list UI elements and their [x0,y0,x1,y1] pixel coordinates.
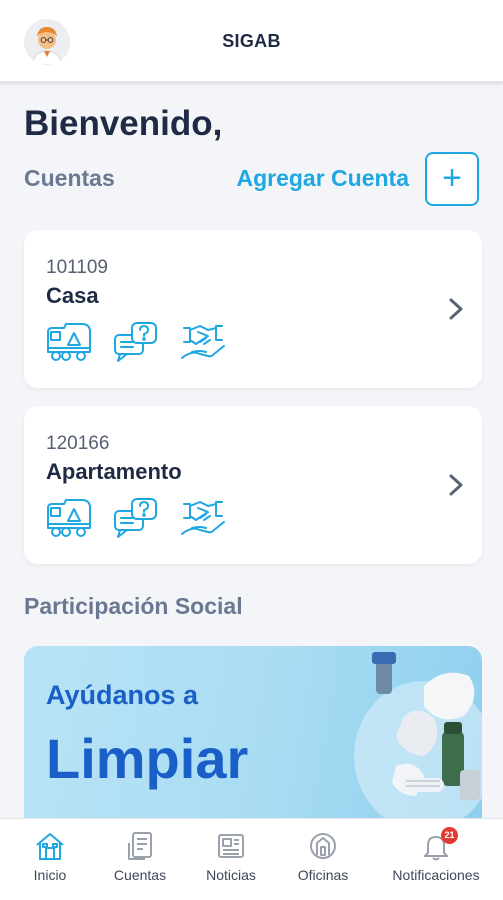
account-name: Apartamento [46,459,182,484]
handshake-icon[interactable] [178,496,228,540]
banner-line2: Limpiar [46,727,249,790]
tab-label: Notificaciones [392,867,480,883]
tab-cuentas[interactable]: Cuentas [90,819,190,900]
tab-notificaciones[interactable]: 21 Notificaciones [386,819,486,900]
handshake-icon[interactable] [178,320,228,364]
notification-badge: 21 [441,827,458,844]
app-title: SIGAB [222,31,281,51]
account-number: 120166 [46,433,110,454]
app-header: SIGAB [0,0,503,82]
account-card[interactable]: 120166 Apartamento [24,406,482,564]
bottom-tab-bar: Inicio Cuentas Noticias Oficinas 21 Noti… [0,818,503,900]
social-banner[interactable]: Ayúdanos a Limpiar [24,646,482,826]
tab-noticias[interactable]: Noticias [181,819,281,900]
banner-line1: Ayúdanos a [46,680,199,710]
accounts-section-title: Cuentas [24,165,115,191]
truck-icon[interactable] [44,496,94,540]
tab-label: Cuentas [113,867,167,883]
tab-inicio[interactable]: Inicio [0,819,100,900]
account-number: 101109 [46,257,108,278]
social-section-title: Participación Social [24,593,243,619]
chevron-right-icon[interactable] [444,470,468,500]
account-name: Casa [46,283,99,308]
news-icon [218,834,244,858]
tab-oficinas[interactable]: Oficinas [273,819,373,900]
bill-icon [128,832,152,860]
home-icon [36,833,64,860]
welcome-heading: Bienvenido, [24,104,223,143]
tab-label: Inicio [33,867,67,883]
truck-icon[interactable] [44,320,94,364]
tab-label: Oficinas [297,867,349,883]
chat-question-icon[interactable] [112,320,162,364]
chevron-right-icon[interactable] [444,294,468,324]
account-card[interactable]: 101109 Casa [24,230,482,388]
add-account-button[interactable]: + [425,152,479,206]
add-account-link[interactable]: Agregar Cuenta [236,165,409,192]
chat-question-icon[interactable] [112,496,162,540]
tab-label: Noticias [206,867,256,883]
office-icon [310,833,336,859]
